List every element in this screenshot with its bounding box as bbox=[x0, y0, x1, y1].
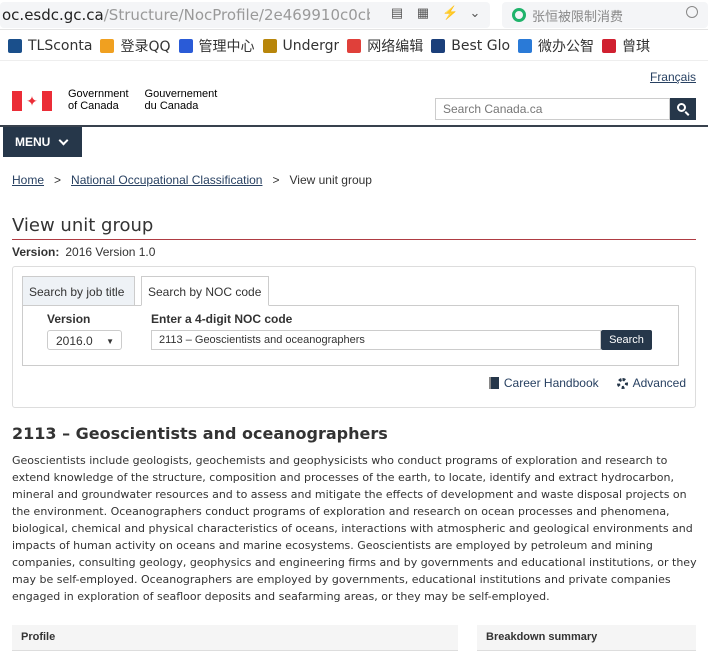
breadcrumb-home-link[interactable]: Home bbox=[12, 173, 44, 187]
unit-group-title: 2113 – Geoscientists and oceanographers bbox=[12, 424, 388, 443]
bookmark-item[interactable]: Best Glo bbox=[431, 38, 510, 54]
search-icon[interactable] bbox=[686, 6, 698, 18]
version-label: Version: bbox=[12, 245, 60, 259]
bookmark-label: 网络编辑 bbox=[367, 38, 424, 55]
site-search-button[interactable] bbox=[670, 98, 696, 120]
engine-logo-icon bbox=[512, 8, 526, 22]
browser-toolbar: oc.esdc.gc.ca/Structure/NocProfile/2e469… bbox=[0, 0, 708, 30]
bookmark-item[interactable]: 网络编辑 bbox=[347, 36, 423, 56]
usnews-icon bbox=[431, 38, 446, 53]
site-search-input[interactable]: Search Canada.ca bbox=[435, 98, 670, 120]
shield-icon bbox=[262, 38, 277, 53]
profile-section-header[interactable]: Profile bbox=[12, 625, 458, 651]
gc-signature[interactable]: ✦ Government of Canada Gouvernement du Can… bbox=[12, 88, 233, 112]
noc-code-input[interactable]: 2113 – Geoscientists and oceanographers bbox=[151, 330, 601, 350]
chevron-down-icon bbox=[58, 135, 69, 145]
bookmark-label: 管理中心 bbox=[198, 38, 255, 55]
bookmark-label: Best Glo bbox=[451, 37, 511, 54]
canada-flag-icon: ✦ bbox=[12, 91, 52, 111]
bookmark-label: TLSconta bbox=[28, 37, 93, 54]
breadcrumb-current: View unit group bbox=[289, 173, 372, 187]
bookmark-item[interactable]: 管理中心 bbox=[178, 36, 255, 56]
tab-search-by-noc-code[interactable]: Search by NOC code bbox=[141, 276, 269, 306]
book-icon bbox=[488, 377, 499, 389]
bookmark-item[interactable]: Undergr bbox=[262, 37, 340, 54]
version-info: Version: 2016 Version 1.0 bbox=[12, 245, 155, 259]
signature-fr: Gouvernement du Canada bbox=[144, 88, 218, 112]
tls-icon bbox=[8, 38, 22, 53]
menu-label: MENU bbox=[15, 135, 51, 149]
signature-en: Government of Canada bbox=[68, 88, 129, 112]
language-toggle-link[interactable]: Français bbox=[650, 70, 696, 84]
noc-search-button[interactable]: Search bbox=[601, 330, 652, 350]
career-handbook-label: Career Handbook bbox=[503, 376, 599, 390]
noc-code-label: Enter a 4-digit NOC code bbox=[151, 312, 293, 326]
advanced-search-link[interactable]: Advanced bbox=[616, 376, 686, 390]
address-bar[interactable]: oc.esdc.gc.ca/Structure/NocProfile/2e469… bbox=[0, 2, 490, 28]
manage-icon bbox=[178, 38, 193, 53]
engine-search-box[interactable]: 张恒被限制消费 bbox=[502, 2, 708, 28]
advanced-label: Advanced bbox=[632, 376, 686, 390]
search-icon bbox=[677, 103, 686, 112]
unit-group-description: Geoscientists include geologists, geoche… bbox=[12, 454, 697, 603]
breadcrumb-separator: > bbox=[54, 173, 62, 187]
career-handbook-link[interactable]: Career Handbook bbox=[488, 376, 599, 390]
qr-icon[interactable]: ▦ bbox=[416, 5, 430, 21]
version-value: 2016 Version 1.0 bbox=[65, 245, 156, 259]
tab-search-by-job-title[interactable]: Search by job title bbox=[22, 276, 135, 306]
breadcrumb-noc-link[interactable]: National Occupational Classification bbox=[71, 173, 262, 187]
bookmark-item[interactable]: 登录QQ bbox=[100, 36, 171, 56]
breadcrumb: Home > National Occupational Classificat… bbox=[12, 173, 372, 187]
bookmark-item[interactable]: TLSconta bbox=[8, 38, 92, 54]
breakdown-summary-header[interactable]: Breakdown summary bbox=[477, 625, 696, 651]
person-icon bbox=[602, 38, 617, 53]
breadcrumb-separator: > bbox=[272, 173, 280, 187]
page-title: View unit group bbox=[12, 215, 154, 236]
url-text[interactable]: oc.esdc.gc.ca/Structure/NocProfile/2e469… bbox=[0, 6, 370, 24]
address-bar-icons: ▤ ▦ ⚡ ⌄ bbox=[390, 5, 482, 21]
office-icon bbox=[518, 38, 533, 53]
menu-button[interactable]: MENU bbox=[3, 127, 82, 157]
title-underline bbox=[12, 239, 696, 240]
bookmark-item[interactable]: 曾琪 bbox=[602, 36, 650, 56]
gear-icon bbox=[616, 377, 628, 389]
panel-links: Career Handbook Advanced bbox=[488, 376, 686, 390]
bookmark-item[interactable]: 微办公智 bbox=[518, 36, 594, 56]
engine-search-input[interactable]: 张恒被限制消费 bbox=[532, 6, 623, 25]
qq-icon bbox=[100, 38, 115, 53]
menu-divider bbox=[0, 125, 708, 127]
version-select-value: 2016.0 bbox=[56, 334, 93, 348]
bookmark-label: 微办公智 bbox=[538, 38, 595, 55]
bookmark-label: Undergr bbox=[282, 37, 340, 54]
bookmark-label: 登录QQ bbox=[120, 38, 171, 55]
chevron-down-icon[interactable]: ⌄ bbox=[468, 5, 482, 21]
lightning-icon[interactable]: ⚡ bbox=[442, 5, 458, 21]
version-select[interactable]: 2016.0 ▼ bbox=[47, 330, 122, 350]
bookmark-label: 曾琪 bbox=[622, 38, 651, 55]
bookmarks-bar: TLSconta 登录QQ 管理中心 Undergr 网络编辑 Best Glo 微办公智 曾… bbox=[0, 31, 708, 61]
version-select-label: Version bbox=[47, 312, 91, 326]
reader-icon[interactable]: ▤ bbox=[390, 5, 404, 21]
caret-down-icon: ▼ bbox=[106, 337, 114, 346]
net-icon bbox=[347, 38, 362, 53]
